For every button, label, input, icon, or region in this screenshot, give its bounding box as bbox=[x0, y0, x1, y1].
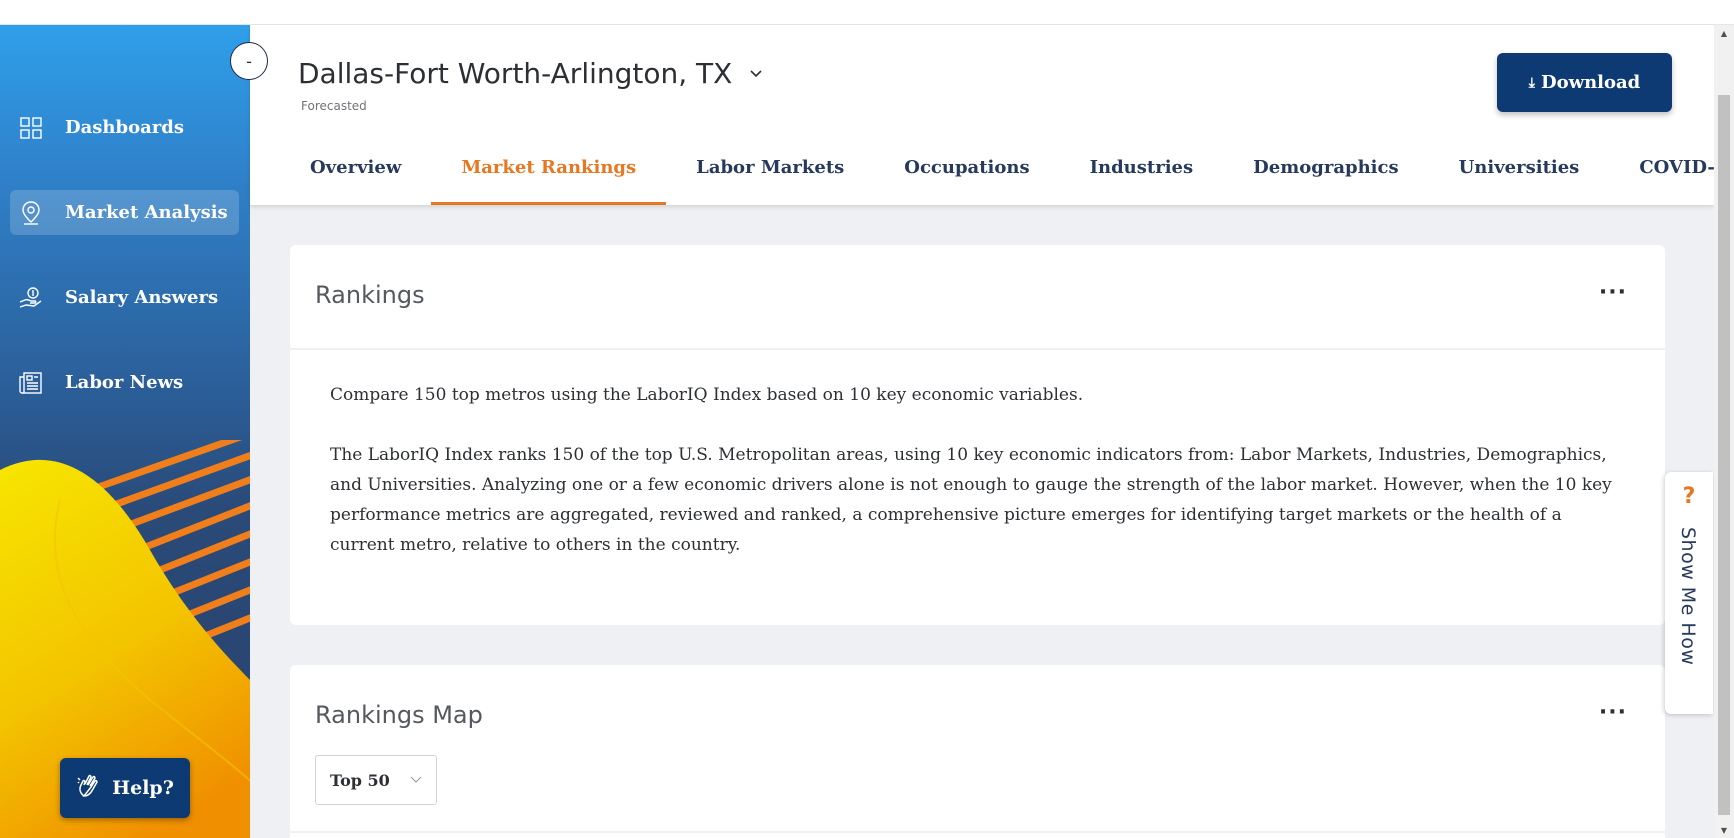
tab-occupations[interactable]: Occupations bbox=[874, 130, 1059, 205]
show-me-how-label: Show Me How bbox=[1677, 527, 1699, 666]
top-n-select[interactable]: Top 50 bbox=[315, 755, 437, 805]
hand-wave-icon bbox=[76, 773, 102, 804]
metro-selector[interactable]: Dallas-Fort Worth-Arlington, TX bbox=[298, 57, 762, 90]
download-icon: ⤓ bbox=[1528, 74, 1535, 91]
help-button[interactable]: Help? bbox=[60, 758, 190, 818]
page-header: Dallas-Fort Worth-Arlington, TX Forecast… bbox=[250, 25, 1734, 205]
top-strip bbox=[0, 0, 1734, 25]
sidebar-item-dashboards[interactable]: Dashboards bbox=[10, 105, 239, 150]
sidebar-item-label: Labor News bbox=[65, 372, 184, 393]
sidebar-item-salary-answers[interactable]: Salary Answers bbox=[10, 275, 239, 320]
tab-bar: Overview Market Rankings Labor Markets O… bbox=[280, 130, 1734, 205]
sidebar-item-label: Market Analysis bbox=[65, 202, 228, 223]
tab-demographics[interactable]: Demographics bbox=[1223, 130, 1428, 205]
download-button[interactable]: ⤓ Download bbox=[1497, 53, 1672, 112]
hand-money-icon bbox=[19, 286, 43, 310]
show-me-how-tab[interactable]: ? Show Me How bbox=[1665, 472, 1713, 714]
scroll-down-arrow[interactable]: ▼ bbox=[1714, 822, 1734, 838]
more-options-icon[interactable]: ··· bbox=[1599, 280, 1627, 305]
page-title: Dallas-Fort Worth-Arlington, TX bbox=[298, 57, 733, 90]
top-n-select-value: Top 50 bbox=[330, 770, 390, 790]
card-body: Compare 150 top metros using the LaborIQ… bbox=[290, 350, 1665, 600]
grid-icon bbox=[19, 116, 43, 140]
divider bbox=[290, 831, 1665, 833]
sidebar: Dashboards Market Analysis Salary Answer… bbox=[0, 25, 250, 838]
scrollbar[interactable]: ▲ ▼ bbox=[1714, 25, 1734, 838]
chevron-down-icon bbox=[410, 776, 422, 784]
rankings-description: The LaborIQ Index ranks 150 of the top U… bbox=[330, 445, 1612, 555]
tab-labor-markets[interactable]: Labor Markets bbox=[666, 130, 874, 205]
sidebar-collapse-button[interactable]: - bbox=[230, 42, 268, 80]
map-pin-icon bbox=[19, 200, 43, 225]
scroll-up-arrow[interactable]: ▲ bbox=[1714, 25, 1734, 41]
sidebar-item-label: Salary Answers bbox=[65, 287, 219, 308]
sidebar-item-labor-news[interactable]: Labor News bbox=[10, 360, 239, 405]
main-content: Rankings ··· Compare 150 top metros usin… bbox=[250, 205, 1714, 838]
newspaper-icon bbox=[19, 371, 43, 395]
rankings-card: Rankings ··· Compare 150 top metros usin… bbox=[290, 245, 1665, 625]
rankings-intro: Compare 150 top metros using the LaborIQ… bbox=[330, 385, 1084, 405]
download-label: Download bbox=[1540, 72, 1641, 93]
more-options-icon[interactable]: ··· bbox=[1599, 700, 1627, 725]
chevron-down-icon bbox=[750, 69, 762, 78]
tab-market-rankings[interactable]: Market Rankings bbox=[431, 130, 666, 205]
card-title: Rankings Map bbox=[315, 701, 483, 729]
card-title: Rankings bbox=[315, 281, 425, 309]
tab-overview[interactable]: Overview bbox=[280, 130, 431, 205]
help-label: Help? bbox=[112, 777, 174, 799]
forecast-status: Forecasted bbox=[301, 99, 367, 113]
card-header: Rankings Map ··· bbox=[290, 665, 1665, 745]
sidebar-item-market-analysis[interactable]: Market Analysis bbox=[10, 190, 239, 235]
card-header: Rankings ··· bbox=[290, 245, 1665, 350]
scrollbar-thumb[interactable] bbox=[1718, 95, 1730, 815]
question-icon: ? bbox=[1682, 484, 1696, 509]
tab-industries[interactable]: Industries bbox=[1060, 130, 1224, 205]
rankings-map-card: Rankings Map ··· Top 50 bbox=[290, 665, 1665, 838]
tab-universities[interactable]: Universities bbox=[1429, 130, 1610, 205]
sidebar-item-label: Dashboards bbox=[65, 117, 184, 138]
